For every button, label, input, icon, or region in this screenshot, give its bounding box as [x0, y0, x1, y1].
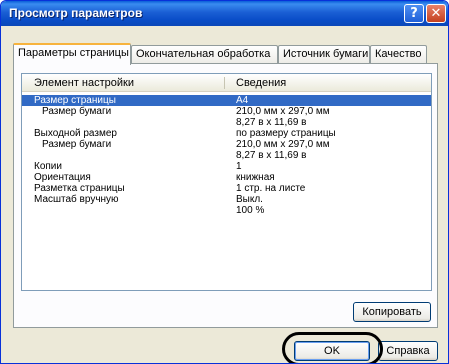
list-row[interactable]: Масштаб вручную Выкл.: [22, 194, 431, 205]
settings-list[interactable]: Элемент настройки Сведения Размер страни…: [21, 73, 432, 291]
title-help-button[interactable]: ?: [404, 4, 424, 23]
tab-paper-source[interactable]: Источник бумаги: [278, 45, 370, 64]
list-row[interactable]: Размер страницы A4: [22, 95, 431, 106]
help-button[interactable]: Справка: [378, 341, 438, 361]
row-item-value: A4: [236, 95, 249, 106]
ok-button[interactable]: OK: [294, 341, 370, 361]
copy-button-label: Копировать: [362, 306, 422, 318]
tab-label: Окончательная обработка: [136, 48, 271, 60]
row-item-name: Ориентация: [34, 172, 91, 183]
list-rows: Размер страницы A4 Размер бумаги 210,0 мм x…: [22, 95, 431, 216]
column-divider[interactable]: [224, 77, 225, 89]
row-item-value: 1: [236, 161, 242, 172]
row-item-value: по размеру страницы: [236, 128, 336, 139]
list-row[interactable]: Разметка страницы 1 стр. на листе: [22, 183, 431, 194]
row-item-name: Размер страницы: [34, 95, 116, 106]
row-item-name: Разметка страницы: [34, 183, 125, 194]
list-row[interactable]: Ориентация книжная: [22, 172, 431, 183]
row-item-name: Масштаб вручную: [34, 194, 119, 205]
copy-button[interactable]: Копировать: [353, 302, 431, 322]
row-item-name: Выходной размер: [34, 128, 117, 139]
list-row[interactable]: 100 %: [22, 205, 431, 216]
tab-label: Качество: [375, 48, 422, 60]
list-header: Элемент настройки Сведения: [22, 74, 431, 92]
row-item-value: 8,27 в x 11,69 в: [236, 150, 307, 161]
row-item-name: Размер бумаги: [42, 139, 112, 150]
column-header-details[interactable]: Сведения: [236, 77, 286, 89]
list-row[interactable]: Копии 1: [22, 161, 431, 172]
row-item-value: книжная: [236, 172, 275, 183]
row-item-value: 210,0 мм x 297,0 мм: [236, 106, 330, 117]
row-item-value: 8,27 в x 11,69 в: [236, 117, 307, 128]
list-row[interactable]: 8,27 в x 11,69 в: [22, 117, 431, 128]
view-settings-dialog: Просмотр параметров ? ✕ Параметры страни…: [0, 0, 449, 364]
row-item-name: Размер бумаги: [42, 106, 112, 117]
row-item-value: Выкл.: [236, 194, 263, 205]
tab-label: Параметры страницы: [18, 47, 129, 59]
row-item-value: 100 %: [236, 205, 265, 216]
tab-page-settings[interactable]: Параметры страницы: [13, 43, 131, 65]
row-item-value: 1 стр. на листе: [236, 183, 306, 194]
close-icon: ✕: [430, 6, 442, 21]
list-row[interactable]: 8,27 в x 11,69 в: [22, 150, 431, 161]
title-bar[interactable]: Просмотр параметров ? ✕: [1, 1, 448, 26]
ok-button-label: OK: [324, 345, 340, 357]
title-close-button[interactable]: ✕: [426, 4, 446, 23]
column-header-item[interactable]: Элемент настройки: [34, 77, 134, 89]
tab-finishing[interactable]: Окончательная обработка: [131, 45, 278, 64]
row-item-value: 210,0 мм x 297,0 мм: [236, 139, 330, 150]
question-icon: ?: [410, 6, 418, 21]
list-row[interactable]: Выходной размер по размеру страницы: [22, 128, 431, 139]
window-title: Просмотр параметров: [9, 6, 143, 20]
list-row[interactable]: Размер бумаги 210,0 мм x 297,0 мм: [22, 139, 431, 150]
tab-quality[interactable]: Качество: [370, 45, 427, 64]
row-item-name: Копии: [34, 161, 62, 172]
list-row[interactable]: Размер бумаги 210,0 мм x 297,0 мм: [22, 106, 431, 117]
tab-label: Источник бумаги: [283, 48, 369, 60]
help-button-label: Справка: [386, 345, 430, 357]
